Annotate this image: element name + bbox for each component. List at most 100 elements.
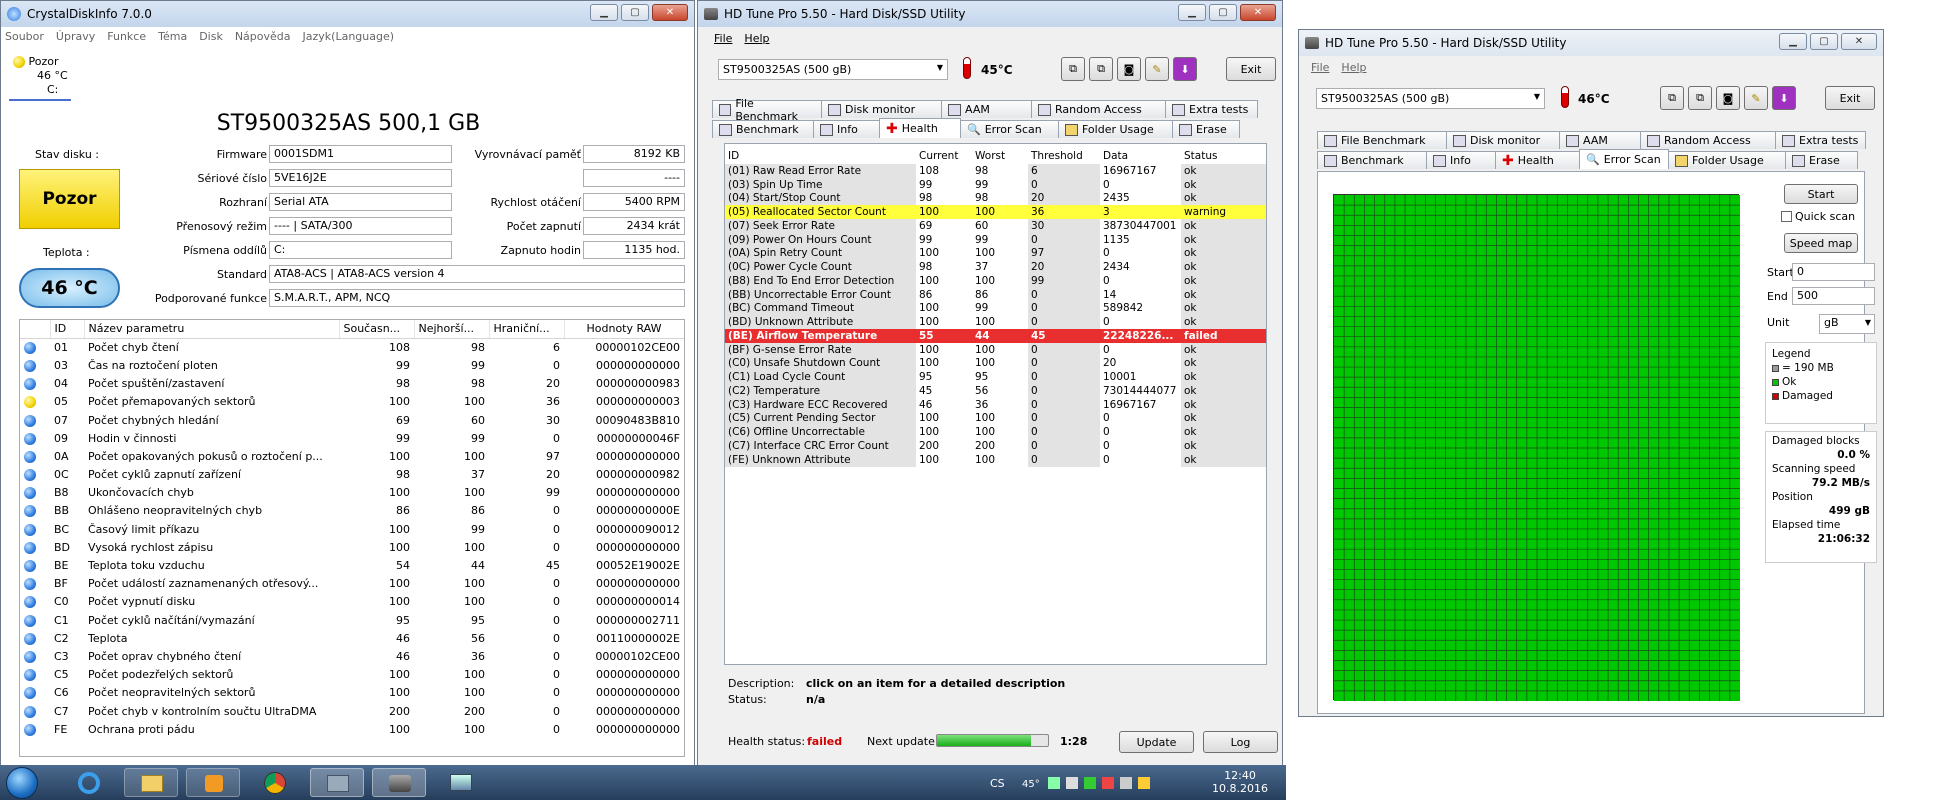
menu-tema[interactable]: Téma [158, 30, 187, 43]
quick-scan-checkbox[interactable] [1781, 211, 1792, 222]
tab-erase[interactable]: Erase [1785, 151, 1858, 169]
health-row[interactable]: (C1) Load Cycle Count 95 95 0 10001 ok [725, 370, 1266, 384]
smart-row[interactable]: C2 Teplota 46 56 0 00110000002E [20, 629, 684, 647]
smart-row[interactable]: BB Ohlášeno neopravitelných chyb 86 86 0 0000… [20, 502, 684, 520]
menu-file[interactable]: File [714, 32, 732, 45]
col-threshold[interactable]: Hraniční... [489, 320, 565, 339]
smart-row[interactable]: C7 Počet chyb v kontrolním součtu UltraDM… [20, 702, 684, 720]
col-worst[interactable]: Nejhorší... [414, 320, 490, 339]
col-worst[interactable]: Worst [972, 147, 1028, 164]
tab-info[interactable]: Info [813, 120, 880, 138]
close-button[interactable]: ✕ [652, 4, 688, 21]
smart-row[interactable]: 0C Počet cyklů zapnutí zařízení 98 37 20 0000… [20, 466, 684, 484]
menu-soubor[interactable]: Soubor [5, 30, 44, 43]
health-row[interactable]: (BC) Command Timeout 100 99 0 589842 ok [725, 301, 1266, 316]
exit-button[interactable]: Exit [1226, 57, 1276, 81]
download-icon-button[interactable]: ⬇ [1772, 86, 1796, 110]
smart-row[interactable]: BD Vysoká rychlost zápisu 100 100 0 000000000… [20, 538, 684, 556]
smart-row[interactable]: BF Počet událostí zaznamenaných otřesový.… [20, 575, 684, 593]
tab-folder-usage[interactable]: Folder Usage [1058, 120, 1173, 138]
start-input[interactable]: 0 [1792, 263, 1875, 281]
tray-security-icon[interactable] [1084, 777, 1096, 789]
tab-error-scan[interactable]: 🔍 Error Scan [1579, 149, 1669, 169]
tab-disk-monitor[interactable]: Disk monitor [821, 100, 942, 118]
menu-funkce[interactable]: Funkce [107, 30, 146, 43]
tab-aam[interactable]: AAM [1559, 131, 1641, 149]
smart-table-container[interactable]: ID Current Worst Threshold Data Status (… [724, 143, 1267, 665]
health-row[interactable]: (BB) Uncorrectable Error Count 86 86 0 14 ok [725, 287, 1266, 302]
menu-upravy[interactable]: Úpravy [56, 30, 95, 43]
copy-icon-button[interactable]: ⧉ [1660, 86, 1684, 110]
smart-row[interactable]: BC Časový limit příkazu 100 99 0 000000090012 [20, 520, 684, 538]
health-row[interactable]: (C5) Current Pending Sector 100 100 0 0 ok [725, 411, 1266, 426]
col-current[interactable]: Current [916, 147, 972, 164]
health-row[interactable]: (09) Power On Hours Count 99 99 0 1135 ok [725, 232, 1266, 247]
ie-icon[interactable] [62, 768, 116, 797]
health-row[interactable]: (03) Spin Up Time 99 99 0 0 ok [725, 177, 1266, 192]
app-task-icon[interactable] [434, 768, 488, 797]
minimize-button[interactable]: ▁ [1178, 4, 1206, 21]
copy-all-icon-button[interactable]: ⧉ [1688, 86, 1712, 110]
cdi-title-bar[interactable]: CrystalDiskInfo 7.0.0 ▁ ▢ ✕ [1, 1, 694, 27]
tab-file-benchmark[interactable]: File Benchmark [1317, 131, 1447, 149]
speed-map-button[interactable]: Speed map [1784, 233, 1858, 253]
chrome-icon[interactable] [248, 768, 302, 797]
health-row[interactable]: (05) Reallocated Sector Count 100 100 36 3 wa… [725, 205, 1266, 219]
smart-row[interactable]: BE Teplota toku vzduchu 54 44 45 00052E19002E [20, 556, 684, 574]
close-button[interactable]: ✕ [1841, 33, 1877, 50]
col-current[interactable]: Současn... [339, 320, 415, 339]
drive-tab[interactable]: Pozor 46 °C C: [9, 55, 71, 101]
health-row[interactable]: (0A) Spin Retry Count 100 100 97 0 ok [725, 246, 1266, 261]
tab-folder-usage[interactable]: Folder Usage [1668, 151, 1786, 169]
health-row[interactable]: (BF) G-sense Error Rate 100 100 0 0 ok [725, 342, 1266, 357]
close-button[interactable]: ✕ [1240, 4, 1276, 21]
smart-row[interactable]: 01 Počet chyb čtení 108 98 6 00000102CE00 [20, 338, 684, 356]
tray-network-icon[interactable] [1048, 777, 1060, 789]
tray-flag-icon[interactable] [1102, 777, 1114, 789]
tab-disk-monitor[interactable]: Disk monitor [1446, 131, 1560, 149]
media-player-icon[interactable] [186, 768, 240, 797]
col-data[interactable]: Data [1100, 147, 1181, 164]
health-row[interactable]: (07) Seek Error Rate 69 60 30 38730447001 ok [725, 219, 1266, 233]
language-indicator[interactable]: CS [990, 777, 1005, 790]
health-row[interactable]: (C3) Hardware ECC Recovered 46 36 0 16967167… [725, 397, 1266, 412]
hdtune-task-icon[interactable] [372, 768, 426, 797]
tab-random-access[interactable]: Random Access [1031, 100, 1166, 118]
smart-row[interactable]: 0A Počet opakovaných pokusů o roztočení p… [20, 447, 684, 465]
drive-select[interactable]: ST9500325AS (500 gB) ▼ [718, 59, 948, 80]
options-icon-button[interactable]: ✎ [1145, 57, 1169, 81]
smart-row[interactable]: B8 Ukončovacích chyb 100 100 99 000000000000 [20, 484, 684, 502]
health-row[interactable]: (04) Start/Stop Count 98 98 20 2435 ok [725, 191, 1266, 206]
health-status-badge[interactable]: Pozor [19, 169, 120, 229]
tab-random-access[interactable]: Random Access [1640, 131, 1776, 149]
camera-icon-button[interactable]: ◙ [1117, 57, 1141, 81]
health-row[interactable]: (BD) Unknown Attribute 100 100 0 0 ok [725, 315, 1266, 329]
health-row[interactable]: (C6) Offline Uncorrectable 100 100 0 0 ok [725, 425, 1266, 439]
tab-erase[interactable]: Erase [1172, 120, 1240, 138]
smart-row[interactable]: 07 Počet chybných hledání 69 60 30 00090483B8… [20, 411, 684, 429]
menu-jazyk[interactable]: Jazyk(Language) [303, 30, 395, 43]
end-input[interactable]: 500 [1792, 287, 1875, 305]
tab-benchmark[interactable]: Benchmark [1317, 151, 1427, 169]
smart-row[interactable]: FE Ochrana proti pádu 100 100 0 000000000000 [20, 720, 684, 738]
health-row[interactable]: (C0) Unsafe Shutdown Count 100 100 0 20 ok [725, 356, 1266, 371]
col-threshold[interactable]: Threshold [1028, 147, 1100, 164]
menu-napoveda[interactable]: Nápověda [235, 30, 291, 43]
tab-info[interactable]: Info [1426, 151, 1496, 169]
tab-file-benchmark[interactable]: File Benchmark [712, 97, 822, 123]
start-orb-icon[interactable] [6, 767, 38, 799]
tab-aam[interactable]: AAM [941, 100, 1032, 118]
maximize-button[interactable]: ▢ [621, 4, 649, 21]
menu-file[interactable]: File [1311, 61, 1329, 74]
smart-row[interactable]: C3 Počet oprav chybného čtení 46 36 0 0000010… [20, 647, 684, 665]
minimize-button[interactable]: ▁ [590, 4, 618, 21]
tab-health[interactable]: ✚ Health [1495, 151, 1580, 169]
health-row[interactable]: (B8) End To End Error Detection 100 100 99 0… [725, 274, 1266, 288]
log-button[interactable]: Log [1203, 731, 1278, 753]
col-status[interactable]: Status [1181, 147, 1266, 164]
col-id[interactable]: ID [725, 147, 916, 164]
smart-table-container[interactable]: ID Název parametru Současn... Nejhorší..… [19, 319, 685, 757]
col-raw[interactable]: Hodnoty RAW [564, 320, 684, 339]
copy-icon-button[interactable]: ⧉ [1061, 57, 1085, 81]
smart-row[interactable]: 05 Počet přemapovaných sektorů 100 100 36 000… [20, 393, 684, 411]
